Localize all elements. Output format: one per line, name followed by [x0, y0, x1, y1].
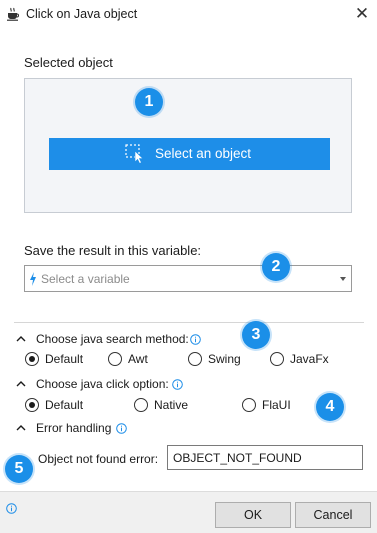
object-not-found-input[interactable]: [167, 445, 363, 470]
callout-badge: 2: [262, 253, 290, 281]
radio-indicator: [25, 352, 39, 366]
radio-indicator: [134, 398, 148, 412]
cancel-button[interactable]: Cancel: [295, 502, 371, 528]
radio-label: JavaFx: [290, 352, 329, 366]
object-not-found-label: Object not found error:: [38, 452, 159, 466]
chevron-up-icon: [16, 425, 26, 431]
click-option-label: Choose java click option:: [36, 377, 169, 391]
radio-indicator: [25, 398, 39, 412]
window-title: Click on Java object: [26, 7, 138, 21]
lightning-icon: [30, 272, 36, 286]
radio-label: Default: [45, 352, 84, 366]
save-variable-label: Save the result in this variable:: [24, 243, 202, 258]
dialog-footer: OK Cancel: [0, 491, 377, 533]
radio-label: FlaUI: [262, 398, 291, 412]
selected-object-panel: Select an object: [24, 78, 352, 213]
ok-button[interactable]: OK: [215, 502, 291, 528]
click-option-flaui-radio[interactable]: FlaUI: [242, 397, 302, 413]
info-icon[interactable]: [6, 503, 17, 514]
callout-badge: 1: [135, 88, 163, 116]
info-icon[interactable]: [116, 423, 127, 434]
variable-placeholder: Select a variable: [41, 272, 130, 286]
click-option-header[interactable]: Choose java click option:: [16, 377, 186, 393]
callout-badge: 5: [5, 455, 33, 483]
selected-object-label: Selected object: [24, 55, 113, 70]
info-icon[interactable]: [190, 334, 201, 345]
error-handling-header[interactable]: Error handling: [16, 421, 116, 437]
select-object-button-label: Select an object: [155, 146, 252, 161]
callout-badge: 4: [316, 393, 344, 421]
error-handling-label: Error handling: [36, 421, 112, 435]
search-method-default-radio[interactable]: Default: [25, 351, 95, 367]
callout-badge: 3: [242, 321, 270, 349]
info-icon[interactable]: [172, 379, 183, 390]
radio-indicator: [108, 352, 122, 366]
radio-indicator: [242, 398, 256, 412]
radio-indicator: [188, 352, 202, 366]
divider: [14, 322, 364, 323]
radio-label: Awt: [128, 352, 148, 366]
title-bar: Click on Java object ✕: [0, 0, 377, 30]
click-option-default-radio[interactable]: Default: [25, 397, 95, 413]
search-method-header[interactable]: Choose java search method:: [16, 332, 216, 348]
select-cursor-icon: [125, 144, 144, 164]
java-cup-icon: [7, 7, 20, 21]
select-object-button[interactable]: Select an object: [49, 138, 330, 170]
chevron-up-icon: [16, 381, 26, 387]
variable-select[interactable]: Select a variable: [24, 265, 352, 292]
radio-indicator: [270, 352, 284, 366]
chevron-down-icon: [340, 277, 346, 281]
search-method-javafx-radio[interactable]: JavaFx: [270, 351, 340, 367]
chevron-up-icon: [16, 336, 26, 342]
search-method-awt-radio[interactable]: Awt: [108, 351, 168, 367]
radio-label: Default: [45, 398, 84, 412]
search-method-swing-radio[interactable]: Swing: [188, 351, 252, 367]
search-method-label: Choose java search method:: [36, 332, 189, 346]
close-button[interactable]: ✕: [352, 4, 372, 24]
radio-label: Native: [154, 398, 189, 412]
radio-label: Swing: [208, 352, 241, 366]
click-option-native-radio[interactable]: Native: [134, 397, 204, 413]
